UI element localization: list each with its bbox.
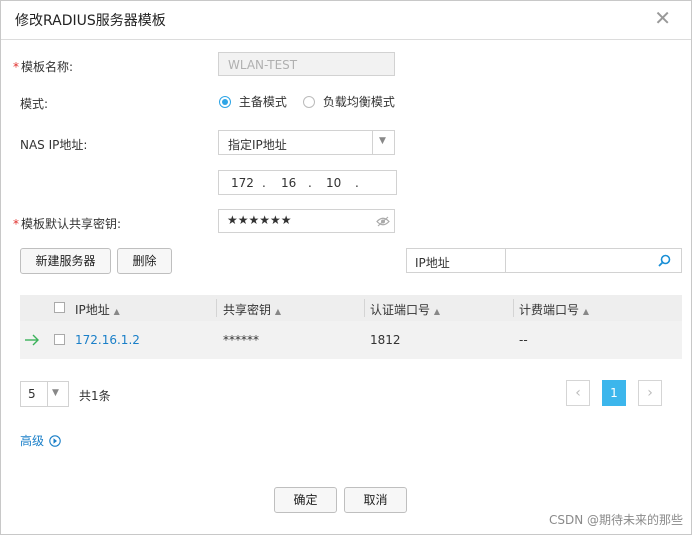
radio-primary-backup[interactable]: [219, 95, 231, 108]
column-header-label: IP地址: [75, 303, 110, 317]
chevron-down-icon[interactable]: ▼: [379, 136, 386, 146]
shared-key-label: 模板默认共享密钥:: [21, 217, 122, 231]
page-size-value: 5: [28, 387, 36, 401]
advanced-toggle[interactable]: 高级: [20, 432, 61, 449]
row-checkbox[interactable]: [54, 334, 65, 345]
arrow-right-icon: [25, 334, 39, 346]
search-icon[interactable]: [658, 254, 671, 267]
sort-asc-icon[interactable]: ▲: [114, 307, 120, 316]
column-header-key[interactable]: 共享密钥 ▲: [223, 301, 281, 318]
shared-key-value: ★★★★★★: [227, 213, 292, 227]
row-ip-link[interactable]: 172.16.1.2: [75, 333, 140, 347]
close-icon[interactable]: ✕: [654, 8, 671, 28]
mode-label: 模式:: [20, 97, 49, 111]
column-header-acct-port[interactable]: 计费端口号 ▲: [519, 301, 589, 318]
ip-octet-2[interactable]: 16: [281, 176, 296, 190]
ok-button[interactable]: 确定: [274, 487, 337, 513]
watermark: CSDN @期待未来的那些: [548, 513, 683, 527]
row-shared-key: ******: [223, 333, 259, 347]
column-header-label: 计费端口号: [519, 303, 580, 317]
table-row[interactable]: 172.16.1.2 ****** 1812 --: [20, 321, 682, 359]
select-all-checkbox[interactable]: [54, 302, 65, 313]
ip-dot: .: [355, 176, 359, 190]
template-name-value: WLAN-TEST: [228, 58, 298, 72]
page-number-button[interactable]: 1: [602, 380, 626, 406]
sort-asc-icon[interactable]: ▲: [275, 307, 281, 316]
select-divider: [372, 131, 373, 154]
column-header-label: 认证端口号: [370, 303, 431, 317]
mode-option-load-balance[interactable]: 负载均衡模式: [303, 93, 395, 110]
nas-ip-select-value: 指定IP地址: [228, 138, 287, 152]
column-header-label: 共享密钥: [223, 303, 272, 317]
filter-field-select[interactable]: IP地址: [407, 249, 506, 272]
sort-asc-icon[interactable]: ▲: [434, 307, 440, 316]
ip-dot: .: [262, 176, 266, 190]
eye-icon[interactable]: [376, 216, 390, 227]
ip-address-input[interactable]: 172 . 16 . 10 . 129: [218, 170, 397, 195]
mode-option-label: 主备模式: [238, 95, 287, 109]
new-server-button[interactable]: 新建服务器: [20, 248, 111, 274]
total-count: 共1条: [79, 389, 111, 403]
template-name-label: 模板名称:: [21, 60, 74, 74]
column-divider: [364, 299, 365, 317]
ip-octet-3[interactable]: 10: [326, 176, 341, 190]
column-divider: [513, 299, 514, 317]
mode-option-primary-backup[interactable]: 主备模式: [219, 93, 287, 110]
ip-octet-1[interactable]: 172: [231, 176, 254, 190]
filter-input[interactable]: [507, 249, 653, 272]
ip-dot: .: [308, 176, 312, 190]
advanced-label: 高级: [20, 434, 45, 448]
dialog-title: 修改RADIUS服务器模板: [15, 13, 166, 29]
page-size-select[interactable]: 5 ▼: [20, 381, 69, 407]
column-header-ip[interactable]: IP地址 ▲: [75, 301, 120, 318]
required-marker: *: [13, 217, 19, 231]
required-marker: *: [13, 60, 19, 74]
nas-ip-label: NAS IP地址:: [20, 138, 88, 152]
prev-page-button[interactable]: ‹: [566, 380, 590, 406]
mode-option-label: 负载均衡模式: [322, 95, 395, 109]
delete-button[interactable]: 删除: [117, 248, 172, 274]
chevron-circle-right-icon[interactable]: [49, 435, 61, 447]
filter-field-label: IP地址: [415, 256, 450, 270]
nas-ip-select[interactable]: 指定IP地址 ▼: [218, 130, 395, 155]
template-name-label-row: * 模板名称:: [13, 58, 73, 75]
template-name-input: WLAN-TEST: [218, 52, 395, 76]
column-divider: [216, 299, 217, 317]
row-auth-port: 1812: [370, 333, 401, 347]
radio-load-balance[interactable]: [303, 95, 315, 108]
shared-key-label-row: * 模板默认共享密钥:: [13, 215, 121, 232]
table-header: IP地址 ▲ 共享密钥 ▲ 认证端口号 ▲ 计费端口号 ▲: [20, 295, 682, 321]
column-header-auth-port[interactable]: 认证端口号 ▲: [370, 301, 440, 318]
shared-key-input[interactable]: ★★★★★★: [218, 209, 395, 233]
cancel-button[interactable]: 取消: [344, 487, 407, 513]
select-divider: [47, 382, 48, 406]
dialog-title-bar: 修改RADIUS服务器模板 ✕: [1, 1, 691, 40]
sort-asc-icon[interactable]: ▲: [583, 307, 589, 316]
row-acct-port: --: [519, 333, 528, 347]
chevron-down-icon[interactable]: ▼: [52, 388, 59, 398]
next-page-button[interactable]: ›: [638, 380, 662, 406]
filter-bar: IP地址: [406, 248, 682, 273]
radius-template-dialog: 修改RADIUS服务器模板 ✕ * 模板名称: WLAN-TEST 模式: 主备模…: [0, 0, 692, 535]
